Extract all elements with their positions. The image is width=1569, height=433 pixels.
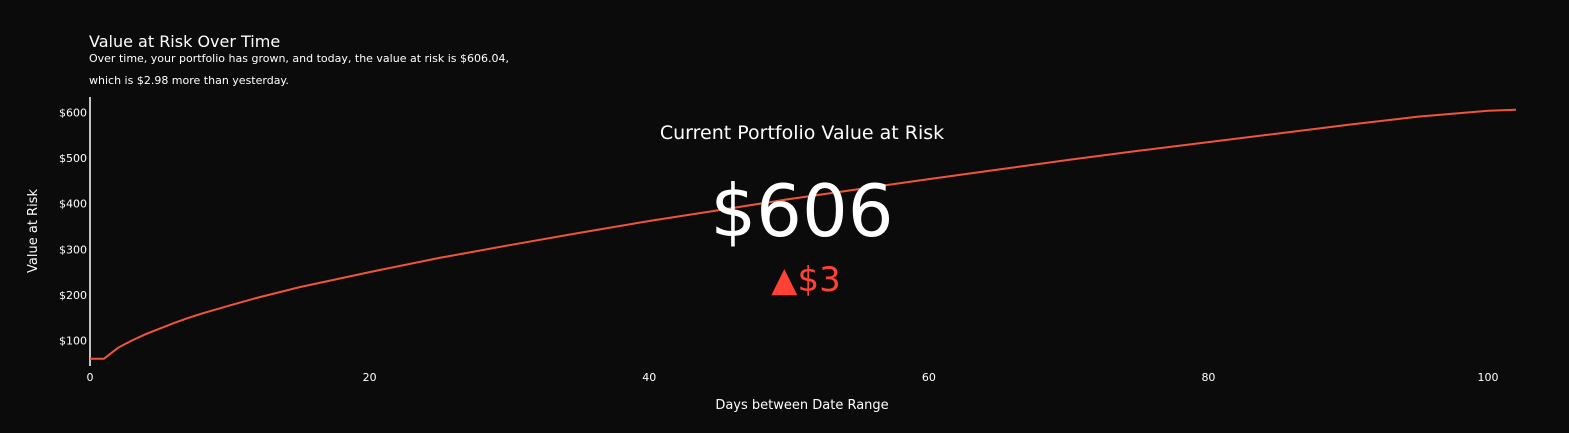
x-tick-label: 0 — [87, 371, 94, 384]
y-tick-label: $300 — [59, 243, 87, 256]
indicator-value: $606 — [710, 169, 893, 253]
y-axis-title: Value at Risk — [26, 189, 41, 273]
y-tick-label: $100 — [59, 334, 87, 347]
delta-up-arrow-icon: ▲ — [771, 260, 798, 300]
y-tick-label: $400 — [59, 198, 87, 211]
x-tick-label: 60 — [922, 371, 936, 384]
x-tick-label: 40 — [642, 371, 656, 384]
chart-title: Value at Risk Over Time — [89, 32, 280, 51]
chart-subtitle-line-1: Over time, your portfolio has grown, and… — [89, 52, 509, 65]
chart-container: Value at Risk Over Time Over time, your … — [0, 0, 1569, 433]
indicator-delta: ▲$3 — [771, 260, 840, 300]
y-tick-label: $600 — [59, 107, 87, 120]
chart-subtitle-line-2: which is $2.98 more than yesterday. — [89, 74, 289, 87]
indicator-delta-value: $3 — [797, 260, 840, 300]
line-chart: Value at Risk Over Time Over time, your … — [0, 0, 1569, 433]
x-tick-label: 100 — [1478, 371, 1499, 384]
x-tick-label: 80 — [1201, 371, 1215, 384]
indicator-title: Current Portfolio Value at Risk — [660, 122, 944, 144]
x-tick-label: 20 — [363, 371, 377, 384]
y-tick-label: $500 — [59, 152, 87, 165]
y-tick-label: $200 — [59, 289, 87, 302]
x-axis-title: Days between Date Range — [715, 398, 888, 413]
